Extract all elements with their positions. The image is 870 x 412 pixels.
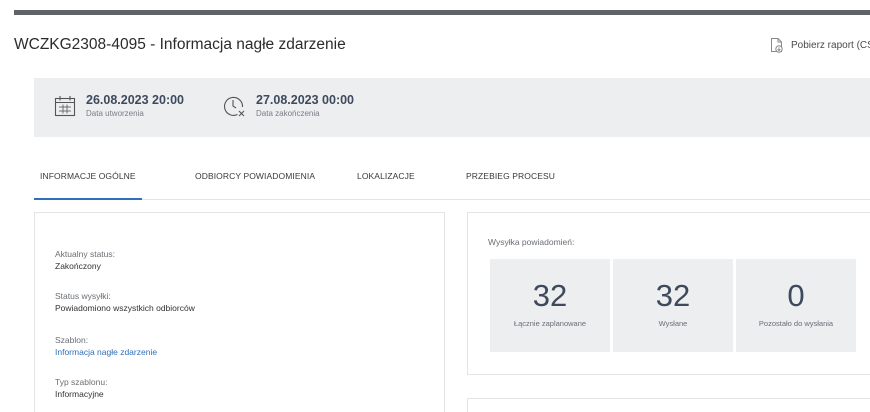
send-status-value: Powiadomiono wszystkich odbiorców [55, 303, 195, 313]
tab-bar: INFORMACJE OGÓLNE ODBIORCY POWIADOMIENIA… [34, 160, 870, 200]
current-status-field: Aktualny status: Zakończony [55, 249, 115, 271]
current-status-label: Aktualny status: [55, 249, 116, 259]
finished-date: 27.08.2023 00:00 Data zakończenia [222, 93, 354, 118]
tab-process-flow[interactable]: PRZEBIEG PROCESU [466, 171, 555, 181]
stat-total-planned-label: Łącznie zaplanowane [513, 319, 587, 328]
template-label: Szablon: [55, 335, 89, 345]
clock-x-icon [222, 94, 246, 118]
stat-remaining-number: 0 [787, 278, 805, 313]
stat-sent-number: 32 [655, 278, 691, 313]
finished-date-label: Data zakończenia [256, 109, 320, 118]
stats-title: Wysyłka powiadomień: [488, 237, 575, 247]
finished-date-value: 27.08.2023 00:00 [256, 93, 355, 107]
created-date-label: Data utworzenia [86, 109, 144, 118]
template-type-label: Typ szablonu: [55, 377, 108, 387]
template-type-value: Informacyjne [55, 389, 104, 399]
stat-total-planned: 32 Łącznie zaplanowane [490, 259, 610, 352]
date-panel: 26.08.2023 20:00 Data utworzenia 27.08.2… [34, 78, 870, 137]
stat-sent: 32 Wysłane [613, 259, 733, 352]
status-card: Aktualny status: Zakończony Status wysył… [34, 212, 445, 412]
created-date-value: 26.08.2023 20:00 [86, 93, 185, 107]
send-status-label: Status wysyłki: [55, 291, 111, 301]
tab-general-info-label: INFORMACJE OGÓLNE [40, 171, 136, 181]
tab-locations-label: LOKALIZACJE [357, 171, 415, 181]
current-status-value: Zakończony [55, 261, 101, 271]
template-link[interactable]: Informacja nagłe zdarzenie [55, 347, 157, 357]
secondary-card [467, 398, 870, 412]
created-date: 26.08.2023 20:00 Data utworzenia [54, 93, 184, 118]
stat-remaining: 0 Pozostało do wysłania [736, 259, 856, 352]
tab-locations[interactable]: LOKALIZACJE [357, 171, 415, 181]
stat-remaining-label: Pozostało do wysłania [758, 319, 834, 328]
stat-total-planned-number: 32 [532, 278, 568, 313]
send-status-field: Status wysyłki: Powiadomiono wszystkich … [55, 291, 195, 313]
page-title: WCZKG2308-4095 - Informacja nagłe zdarze… [14, 36, 346, 53]
tab-recipients[interactable]: ODBIORCY POWIADOMIENIA [195, 171, 315, 181]
top-bar [14, 10, 870, 15]
template-field: Szablon: Informacja nagłe zdarzenie [55, 335, 157, 357]
tab-recipients-label: ODBIORCY POWIADOMIENIA [195, 171, 316, 181]
tab-process-flow-label: PRZEBIEG PROCESU [466, 171, 555, 181]
tab-general-info[interactable]: INFORMACJE OGÓLNE [34, 171, 142, 200]
download-report-label: Pobierz raport (CSV) [791, 40, 870, 51]
stats-card: Wysyłka powiadomień: 32 Łącznie zaplanow… [467, 212, 870, 375]
stat-sent-label: Wysłane [658, 319, 688, 328]
template-type-field: Typ szablonu: Informacyjne [55, 377, 107, 399]
page-header: WCZKG2308-4095 - Informacja nagłe zdarze… [14, 36, 870, 60]
download-report-button[interactable]: Pobierz raport (CSV) [770, 38, 870, 53]
document-download-icon [770, 38, 783, 53]
calendar-icon [54, 95, 76, 117]
